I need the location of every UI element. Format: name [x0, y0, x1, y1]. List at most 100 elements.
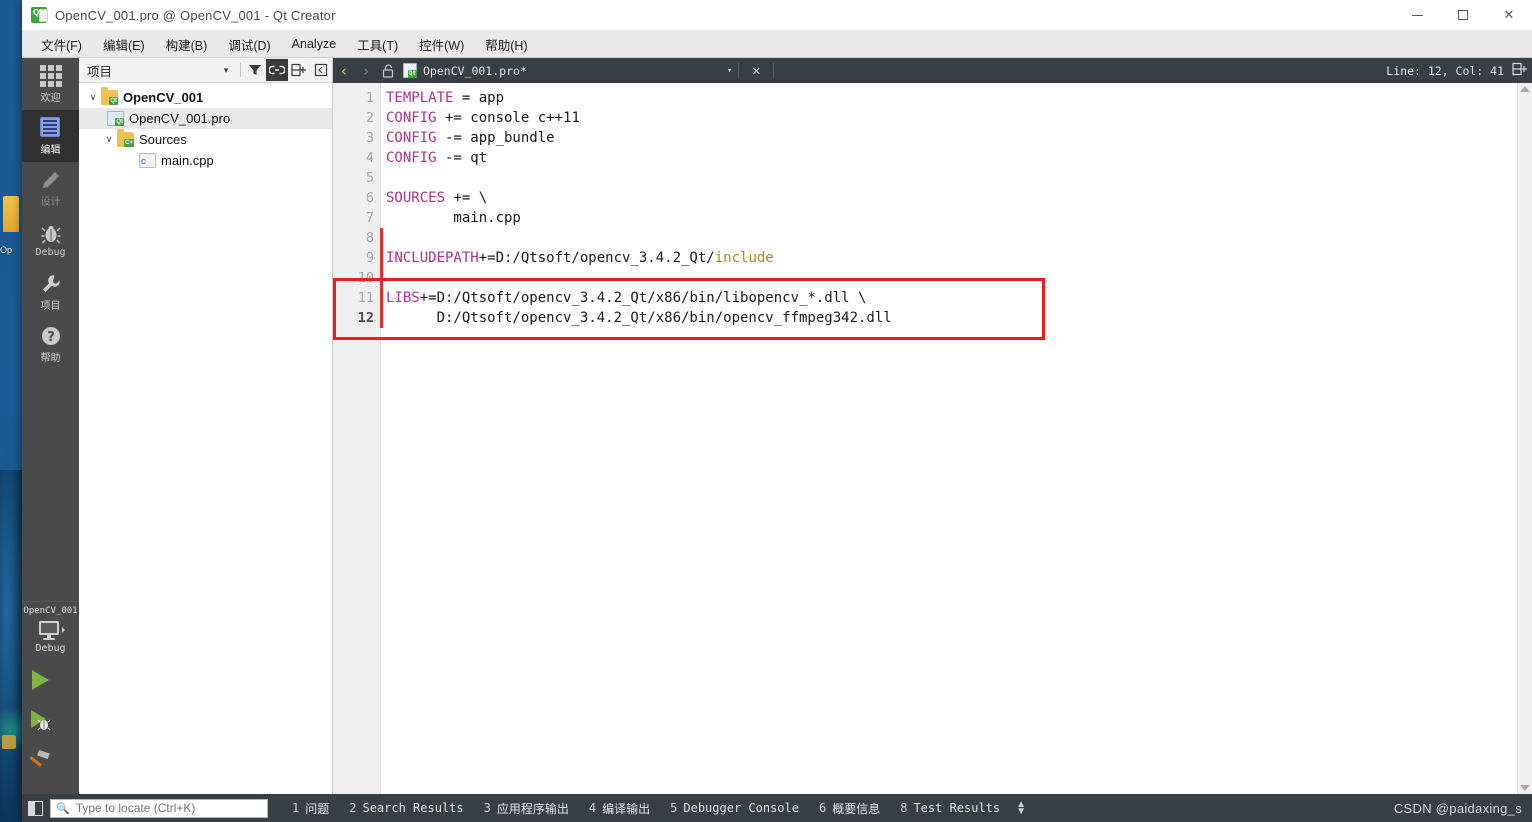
code-line[interactable] — [386, 268, 1517, 288]
up-down-arrows-icon[interactable]: ▲ ▼ — [1016, 800, 1026, 817]
maximize-button[interactable] — [1440, 0, 1486, 31]
menu-edit[interactable]: 编辑(E) — [94, 32, 154, 57]
code-editor[interactable]: 1 2 3 4 5 6 7 8 9 10 11 12 TEMPLATE = app CONFIG += … — [333, 83, 1517, 794]
start-debugging-button[interactable] — [22, 700, 58, 740]
run-button[interactable] — [22, 660, 58, 700]
close-document-button[interactable]: ✕ — [745, 58, 767, 83]
filter-icon[interactable] — [244, 59, 266, 81]
pane-label: Search Results — [362, 801, 464, 815]
editor-scroll-row: 1 2 3 4 5 6 7 8 9 10 11 12 TEMPLATE = app CONFIG += … — [333, 83, 1532, 794]
code-line[interactable] — [386, 168, 1517, 188]
build-button[interactable] — [22, 740, 58, 780]
menu-tools[interactable]: 工具(T) — [348, 32, 407, 57]
tree-row[interactable]: ∨ Qt OpenCV_001 — [79, 87, 332, 108]
link-with-editor-icon[interactable] — [266, 59, 288, 81]
hammer-icon — [29, 750, 50, 767]
pane-number: 2 — [349, 801, 357, 815]
editor-toolbar: ‹ › Qt OpenCV_001.pro* ▾ ✕ Line: 12, Col… — [333, 58, 1532, 83]
tree-label: OpenCV_001.pro — [129, 111, 231, 126]
locator-field[interactable]: 🔍 — [50, 798, 268, 818]
minimize-button[interactable] — [1394, 0, 1440, 31]
pane-button-compile-output[interactable]: 4 编译输出 — [579, 798, 660, 819]
kit-project-name: OpenCV_001 — [23, 606, 78, 616]
pane-number: 6 — [818, 801, 827, 815]
open-document-selector[interactable]: Qt OpenCV_001.pro* ▾ — [403, 63, 732, 78]
watermark-text: CSDN @paidaxing_s — [1393, 800, 1522, 816]
tree-row[interactable]: C main.cpp — [79, 150, 332, 171]
unlocked-padlock-icon[interactable] — [377, 58, 399, 83]
code-line[interactable]: CONFIG -= app_bundle — [386, 128, 1517, 148]
tree-row[interactable]: ∨ C+ Sources — [79, 129, 332, 150]
code-token: -= qt — [436, 150, 488, 166]
qt-pro-file-icon: Qt — [403, 63, 417, 78]
tree-label: OpenCV_001 — [123, 90, 204, 105]
code-line[interactable]: CONFIG += console c++11 — [386, 108, 1517, 128]
code-line[interactable]: D:/Qtsoft/opencv_3.4.2_Qt/x86/bin/opencv… — [386, 308, 1517, 328]
code-line[interactable]: TEMPLATE = app — [386, 88, 1517, 108]
mode-item-projects[interactable]: 项目 — [22, 266, 79, 318]
pane-button-general-messages[interactable]: 6 概要信息 — [809, 798, 890, 819]
code-text[interactable]: TEMPLATE = app CONFIG += console c++11 CON… — [381, 83, 1517, 794]
mode-item-welcome[interactable]: 欢迎 — [22, 58, 79, 110]
status-bar: 🔍 1 问题 2 Search Results 3 应用程序输出 4 编译输出 … — [22, 794, 1532, 822]
go-forward-button[interactable]: › — [355, 58, 377, 83]
qt-project-folder-icon: Qt — [101, 87, 118, 105]
line-number: 4 — [365, 150, 374, 166]
kit-selector[interactable]: OpenCV_001 Debug — [22, 601, 79, 660]
menu-debug[interactable]: 调试(D) — [219, 32, 279, 57]
code-line[interactable]: INCLUDEPATH+=D:/Qtsoft/opencv_3.4.2_Qt/i… — [386, 248, 1517, 268]
code-line[interactable]: CONFIG -= qt — [386, 148, 1517, 168]
desktop-folder-icon[interactable] — [3, 196, 19, 232]
scroll-up-arrow-icon[interactable] — [1520, 86, 1530, 92]
mode-item-design[interactable]: 设计 — [22, 162, 79, 214]
close-icon: ✕ — [1503, 7, 1515, 22]
line-number: 5 — [365, 170, 374, 186]
collapse-panel-icon[interactable] — [310, 59, 332, 81]
project-panel-header: 项目 ▾ — [79, 58, 332, 83]
pane-button-application-output[interactable]: 3 应用程序输出 — [474, 798, 579, 819]
code-line[interactable] — [386, 228, 1517, 248]
pane-label: 编译输出 — [602, 801, 651, 816]
line-number: 11 — [357, 290, 374, 306]
desktop-icon-label: Op — [0, 245, 13, 255]
code-token: main.cpp — [386, 210, 521, 226]
chevron-down-icon[interactable]: ▾ — [727, 66, 732, 76]
close-button[interactable]: ✕ — [1486, 0, 1532, 31]
line-number: 6 — [365, 190, 374, 206]
chevron-down-icon[interactable]: ∨ — [101, 134, 117, 145]
menu-build[interactable]: 构建(B) — [157, 32, 217, 57]
menu-help[interactable]: 帮助(H) — [476, 32, 536, 57]
pane-button-search-results[interactable]: 2 Search Results — [339, 799, 473, 817]
tree-row[interactable]: Qt OpenCV_001.pro — [79, 108, 332, 129]
go-back-button[interactable]: ‹ — [333, 58, 355, 83]
chevron-down-icon[interactable]: ∨ — [85, 92, 101, 103]
project-filter-dropdown-icon[interactable]: ▾ — [215, 59, 237, 81]
mode-bar-spacer — [22, 370, 79, 601]
split-add-icon[interactable] — [288, 59, 310, 81]
pane-button-debugger-console[interactable]: 5 Debugger Console — [660, 799, 809, 817]
mode-item-debug[interactable]: Debug — [22, 214, 79, 266]
pane-label: Test Results — [913, 801, 1001, 815]
menu-window[interactable]: 控件(W) — [410, 32, 473, 57]
mode-item-help[interactable]: ? 帮助 — [22, 318, 79, 370]
menu-file[interactable]: 文件(F) — [32, 32, 91, 57]
toggle-sidebar-button[interactable] — [22, 794, 48, 822]
editor-vertical-scrollbar[interactable] — [1517, 83, 1532, 794]
code-line[interactable]: SOURCES += \ — [386, 188, 1517, 208]
toolbar-divider — [240, 63, 241, 77]
pane-label: 问题 — [305, 801, 330, 816]
split-editor-icon[interactable] — [1512, 62, 1528, 79]
pane-label: 应用程序输出 — [496, 801, 569, 816]
pane-button-test-results[interactable]: 8 Test Results — [890, 799, 1010, 817]
window-body: 欢迎 编辑 设计 Debug 项目 ? 帮助 OpenCV_001 Debug … — [22, 58, 1532, 794]
code-line[interactable]: LIBS+=D:/Qtsoft/opencv_3.4.2_Qt/x86/bin/… — [386, 288, 1517, 308]
mode-item-edit[interactable]: 编辑 — [22, 110, 79, 162]
scroll-down-arrow-icon[interactable] — [1520, 785, 1530, 791]
pane-button-issues[interactable]: 1 问题 — [282, 798, 339, 819]
menu-analyze[interactable]: Analyze — [283, 34, 345, 54]
line-number: 9 — [365, 250, 374, 266]
code-line[interactable]: main.cpp — [386, 208, 1517, 228]
search-input[interactable] — [73, 800, 267, 816]
maximize-icon — [1458, 10, 1468, 20]
project-tree-panel: 项目 ▾ ∨ Qt OpenCV_001 Qt OpenCV_001.pro ∨… — [79, 58, 333, 794]
